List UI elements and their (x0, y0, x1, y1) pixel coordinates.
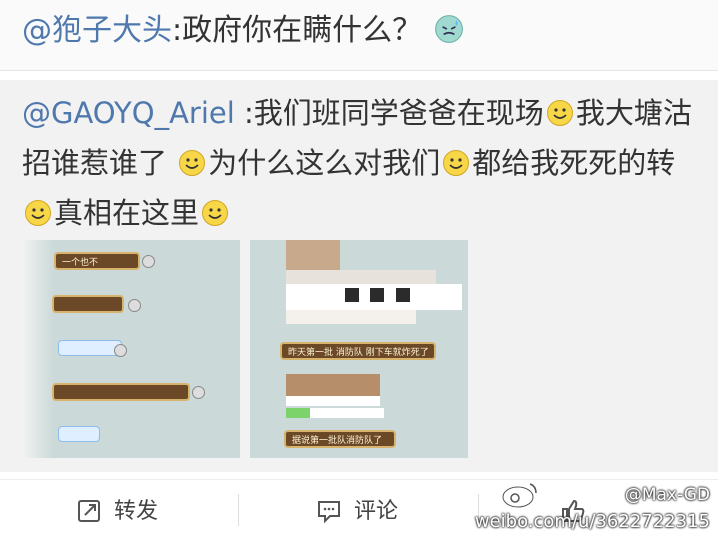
chat-bubble: 一个也不 (54, 252, 140, 270)
chat-bubble: 昨天第一批 消防队 刚下车就炸死了 (280, 342, 436, 360)
repost-card[interactable]: @GAOYQ_Ariel :我们班同学爸爸在现场 我大塘沽招谁惹谁了 为什么这么对… (0, 80, 718, 472)
repost-segment-5: 真相在这里 (54, 196, 200, 230)
mosaic-blur (286, 408, 310, 418)
watermark-url: weibo.com/u/3622722315 (474, 511, 710, 532)
repost-segment-3: 为什么这么对我们 (208, 146, 441, 180)
repost-button[interactable]: 转发 (76, 498, 158, 525)
repost-icon (78, 500, 100, 522)
weibo-logo-icon (501, 483, 537, 509)
smile-face-icon (179, 150, 206, 176)
chat-bubble (58, 340, 122, 356)
chat-bubble (52, 295, 124, 313)
smile-face-icon (443, 150, 470, 176)
mosaic-blur (370, 288, 384, 302)
divider (238, 494, 239, 526)
comment-mention[interactable]: @狍子大头 (22, 13, 172, 48)
mosaic-blur (396, 288, 410, 302)
mosaic-blur (286, 270, 436, 284)
chat-screenshot-right[interactable]: 昨天第一批 消防队 刚下车就炸死了 据说第一批队消防队了 (250, 240, 468, 458)
repost-mention[interactable]: @GAOYQ_Ariel (22, 96, 235, 130)
repost-text: @GAOYQ_Ariel :我们班同学爸爸在现场 我大塘沽招谁惹谁了 为什么这么对… (22, 88, 702, 238)
comment-header: @狍子大头:政府你在瞒什么？ (0, 0, 718, 71)
comment-button[interactable]: 评论 (316, 498, 398, 525)
sweat-face-icon (434, 15, 463, 43)
avatar (142, 255, 155, 268)
comment-label: 评论 (354, 499, 399, 524)
watermark-handle: @Max-GD (624, 485, 710, 505)
chat-bubble: 据说第一批队消防队了 (284, 430, 396, 448)
mosaic-blur (286, 310, 416, 324)
mosaic-blur (310, 408, 384, 418)
smile-face-icon (202, 200, 229, 226)
mosaic-blur (286, 374, 380, 396)
blurred-area (24, 240, 54, 458)
smile-face-icon (25, 200, 51, 226)
smile-face-icon (546, 100, 573, 126)
avatar (192, 386, 205, 399)
comment-icon (318, 501, 340, 524)
repost-segment-1: :我们班同学爸爸在现场 (244, 96, 544, 130)
mosaic-blur (286, 240, 340, 270)
mosaic-blur (345, 288, 359, 302)
comment-line: @狍子大头:政府你在瞒什么？ (22, 12, 466, 50)
chat-bubble-text: 一个也不 (62, 258, 99, 268)
mosaic-blur (286, 396, 380, 406)
repost-segment-4: 都给我死死的转 (472, 146, 676, 180)
chat-bubble-text: 据说第一批队消防队了 (292, 436, 383, 446)
repost-label: 转发 (114, 499, 159, 524)
avatar (114, 344, 127, 357)
comment-text: :政府你在瞒什么？ (172, 13, 423, 48)
chat-bubble (52, 383, 190, 401)
avatar (128, 299, 141, 312)
watermark: @Max-GD weibo.com/u/3622722315 (450, 475, 710, 541)
chat-bubble (58, 426, 100, 442)
chat-screenshot-left[interactable]: 一个也不 (24, 240, 240, 458)
chat-bubble-text: 昨天第一批 消防队 刚下车就炸死了 (288, 348, 429, 358)
